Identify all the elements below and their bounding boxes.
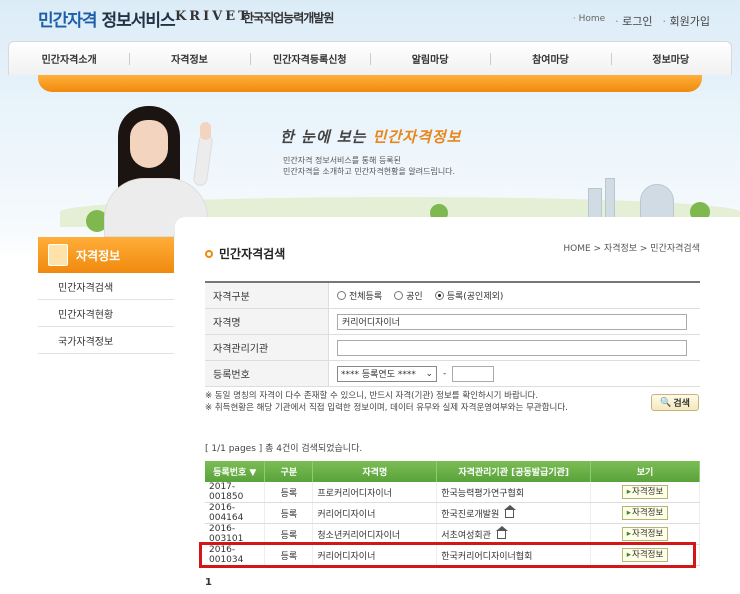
cell-regno: 2017-001850 bbox=[205, 482, 266, 503]
building-icon bbox=[605, 178, 615, 222]
radio-circle[interactable] bbox=[394, 291, 404, 300]
nav-item-qualification-info[interactable]: 자격정보 bbox=[129, 42, 249, 75]
main-nav: 민간자격소개 자격정보 민간자격등록신청 알림마당 참여마당 정보마당 bbox=[8, 41, 732, 75]
search-button[interactable]: 🔍 검색 bbox=[651, 394, 699, 411]
nav-item-notice[interactable]: 알림마당 bbox=[369, 42, 490, 75]
name-label: 자격명 bbox=[205, 309, 329, 334]
col-regno[interactable]: 등록번호 ▼ bbox=[205, 461, 266, 482]
regno-separator: - bbox=[443, 368, 447, 379]
radio-all[interactable]: 전체등록 bbox=[337, 289, 382, 302]
krivet-logo: KRIVET bbox=[175, 9, 251, 24]
login-link[interactable]: 로그인 bbox=[615, 13, 652, 29]
search-notes: ※ 동일 명칭의 자격이 다수 존재할 수 있으니, 반드시 자격(기관) 정보… bbox=[205, 391, 568, 413]
form-row-org: 자격관리기관 bbox=[205, 335, 700, 361]
col-name: 자격명 bbox=[312, 461, 438, 482]
pagination-page[interactable]: 1 bbox=[205, 577, 212, 588]
banner: 한 눈에 보는 민간자격정보 민간자격 정보서비스를 통해 등록된 민간자격을 … bbox=[0, 92, 740, 237]
cell-type: 등록 bbox=[264, 482, 314, 503]
logo-main-text: 민간자격 bbox=[38, 11, 98, 31]
top-links: Home 로그인 회원가입 bbox=[573, 13, 710, 29]
registration-year-select[interactable]: **** 등록연도 **** ⌄ bbox=[337, 365, 437, 382]
sidebar: 자격정보 민간자격검색 민간자격현황 국가자격정보 bbox=[38, 237, 174, 354]
sidebar-item-qualification-status[interactable]: 민간자격현황 bbox=[38, 300, 174, 327]
banner-title: 한 눈에 보는 민간자격정보 bbox=[280, 128, 462, 146]
radio-registered[interactable]: 등록(공인제외) bbox=[434, 289, 503, 302]
view-info-button[interactable]: 자격정보 bbox=[621, 506, 669, 520]
cell-org: 한국진로개발원 bbox=[436, 502, 592, 524]
type-label: 자격구분 bbox=[205, 283, 329, 308]
breadcrumb: HOME > 자격정보 > 민간자격검색 bbox=[563, 244, 700, 254]
nav-item-intro[interactable]: 민간자격소개 bbox=[9, 42, 129, 75]
table-header-row: 등록번호 ▼ 구분 자격명 자격관리기관 [공동발급기관] 보기 bbox=[205, 461, 700, 482]
col-org: 자격관리기관 [공동발급기관] bbox=[436, 461, 592, 482]
table-row: 2017-001850 등록 프로커리어디자이너 한국능력평가연구협회 자격정보 bbox=[205, 482, 700, 503]
view-info-button[interactable]: 자격정보 bbox=[621, 485, 669, 499]
nav-accent-bar bbox=[38, 75, 702, 92]
bullet-icon bbox=[205, 249, 213, 258]
sidebar-item-qualification-search[interactable]: 민간자격검색 bbox=[38, 273, 174, 300]
search-icon: 🔍 bbox=[660, 397, 672, 408]
col-view: 보기 bbox=[590, 461, 700, 482]
org-logo-text: 한국직업능력개발원 bbox=[243, 11, 334, 25]
qualification-name-input[interactable] bbox=[337, 313, 687, 330]
col-type: 구분 bbox=[264, 461, 314, 482]
result-count: [ 1/1 pages ] 총 4건이 검색되었습니다. bbox=[205, 444, 363, 454]
page-title: 민간자격검색 bbox=[205, 245, 285, 262]
cell-name: 프로커리어디자이너 bbox=[312, 482, 438, 503]
highlight-box bbox=[199, 542, 696, 568]
registration-number-input[interactable] bbox=[452, 365, 495, 382]
home-icon[interactable] bbox=[504, 504, 517, 518]
search-form: 자격구분 전체등록 공인 등록(공인제외) 자격명 자격관리기관 등록번호 **… bbox=[205, 281, 700, 387]
form-row-type: 자격구분 전체등록 공인 등록(공인제외) bbox=[205, 283, 700, 309]
logo-sub-text: 정보서비스 bbox=[101, 11, 175, 31]
view-info-button[interactable]: 자격정보 bbox=[621, 527, 669, 541]
home-icon[interactable] bbox=[495, 525, 508, 539]
org-label: 자격관리기관 bbox=[205, 335, 329, 360]
folder-icon bbox=[48, 244, 68, 266]
join-link[interactable]: 회원가입 bbox=[663, 13, 710, 29]
nav-item-information[interactable]: 정보마당 bbox=[610, 42, 731, 75]
site-logo[interactable]: 민간자격 정보서비스 bbox=[38, 6, 176, 31]
chevron-down-icon: ⌄ bbox=[425, 368, 433, 379]
form-row-name: 자격명 bbox=[205, 309, 700, 335]
sidebar-title: 자격정보 bbox=[38, 237, 174, 273]
cell-name: 커리어디자이너 bbox=[312, 502, 438, 524]
cell-regno: 2016-004164 bbox=[205, 502, 266, 524]
regno-label: 등록번호 bbox=[205, 361, 329, 386]
cell-org: 한국능력평가연구협회 bbox=[436, 482, 592, 503]
radio-circle-selected[interactable] bbox=[434, 291, 444, 300]
banner-description: 민간자격 정보서비스를 통해 등록된 민간자격을 소개하고 민간자격현황을 알려… bbox=[283, 156, 456, 176]
cell-type: 등록 bbox=[264, 502, 314, 524]
organization-input[interactable] bbox=[337, 339, 687, 356]
top-bar: 민간자격 정보서비스 KRIVET 한국직업능력개발원 Home 로그인 회원가… bbox=[0, 0, 740, 40]
table-row: 2016-004164 등록 커리어디자이너 한국진로개발원 자격정보 bbox=[205, 502, 700, 524]
form-row-regno: 등록번호 **** 등록연도 **** ⌄ - bbox=[205, 361, 700, 387]
radio-circle[interactable] bbox=[337, 291, 346, 300]
radio-certified[interactable]: 공인 bbox=[394, 289, 423, 302]
nav-item-registration[interactable]: 민간자격등록신청 bbox=[249, 42, 370, 75]
sidebar-item-national-qualification[interactable]: 국가자격정보 bbox=[38, 327, 174, 354]
nav-item-participation[interactable]: 참여마당 bbox=[490, 42, 610, 75]
home-link[interactable]: Home bbox=[573, 13, 606, 29]
